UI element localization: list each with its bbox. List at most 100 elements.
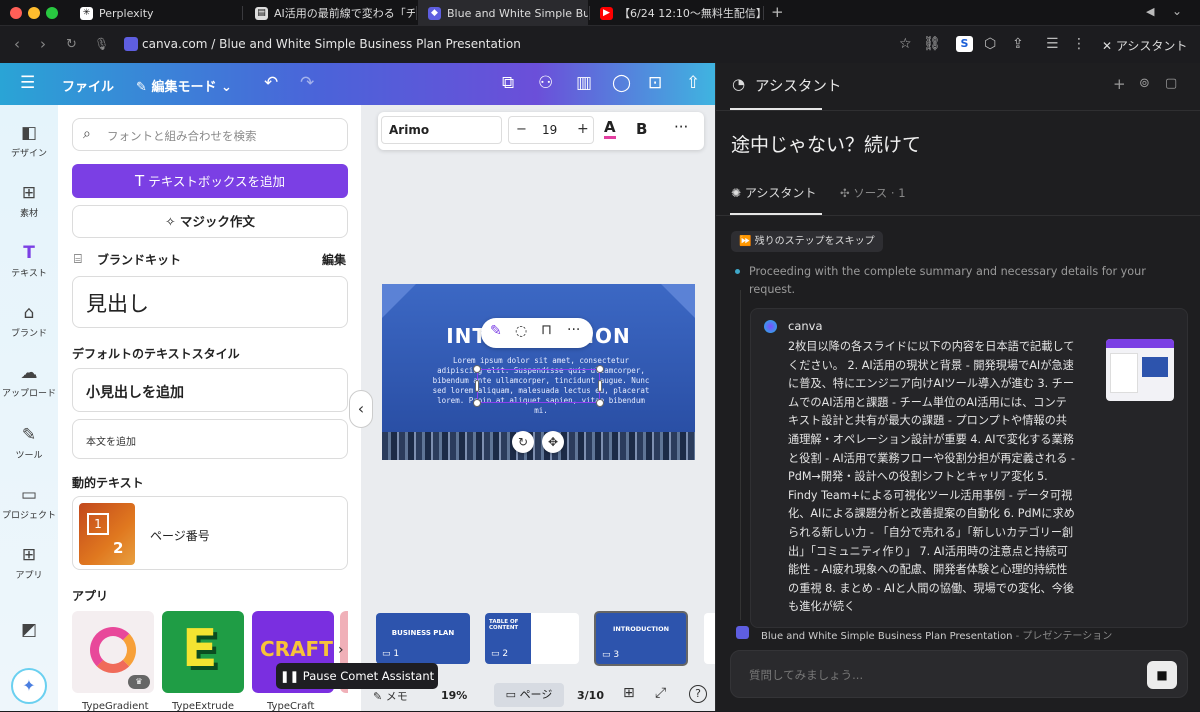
- apps-grid-icon: ⊞: [21, 545, 37, 565]
- tab-canva[interactable]: ◆ Blue and White Simple Busi: [418, 0, 588, 26]
- rail-brand[interactable]: ⌂ ブランド: [0, 303, 58, 339]
- more-options-icon[interactable]: ···: [674, 118, 688, 136]
- font-family-select[interactable]: Arimo: [381, 116, 502, 144]
- maximize-window-icon[interactable]: [46, 7, 58, 19]
- insights-chart-icon[interactable]: ▥: [576, 73, 592, 93]
- tab-perplexity[interactable]: ✳ Perplexity: [70, 0, 240, 26]
- add-textbox-button[interactable]: T テキストボックスを追加: [72, 164, 348, 198]
- rail-elements[interactable]: ⊞ 素材: [0, 183, 58, 219]
- page-thumbnail-3[interactable]: INTRODUCTION ▭ 3: [594, 611, 688, 666]
- rail-uploads[interactable]: ☁ アップロード: [0, 363, 58, 399]
- menu-icon[interactable]: ☰: [1046, 36, 1059, 52]
- tab-ai-article[interactable]: ▤ AI活用の最前線で変わる「チー: [245, 0, 415, 26]
- rail-projects[interactable]: ▭ プロジェクト: [0, 485, 58, 521]
- pages-view-button[interactable]: ▭ ページ: [494, 683, 564, 707]
- page-number-card[interactable]: 1 2 ページ番号: [72, 496, 348, 570]
- resize-icon[interactable]: ⧉: [502, 73, 514, 93]
- page-counter: 3/10: [577, 689, 604, 702]
- edit-mode-menu[interactable]: ✎ 編集モード ⌄: [136, 76, 232, 95]
- new-thread-icon[interactable]: +: [1113, 75, 1126, 93]
- assistant-icon: ✺: [731, 186, 742, 200]
- notes-button[interactable]: ✎ メモ: [373, 688, 408, 704]
- text-color-icon[interactable]: A: [604, 118, 616, 139]
- microphone-icon[interactable]: 🎙: [94, 37, 109, 51]
- comment-icon[interactable]: ◯: [612, 73, 631, 93]
- pause-comet-button[interactable]: ❚❚ Pause Comet Assistant: [276, 663, 438, 689]
- redo-icon[interactable]: ↷: [300, 73, 314, 93]
- collaborators-icon[interactable]: ⚇: [538, 73, 553, 93]
- bookmark-star-icon[interactable]: ☆: [899, 36, 912, 52]
- forward-icon[interactable]: ›: [40, 35, 46, 53]
- present-icon[interactable]: ⊡: [648, 73, 662, 93]
- minimize-window-icon[interactable]: [28, 7, 40, 19]
- new-tab-icon[interactable]: +: [771, 3, 784, 21]
- font-search-input[interactable]: ⌕ フォントと組み合わせを検索: [72, 118, 348, 151]
- fullscreen-icon[interactable]: ⤢: [655, 685, 666, 701]
- more-icon[interactable]: ···: [567, 322, 580, 338]
- apps-scroll-right-icon[interactable]: ›: [338, 642, 344, 658]
- rotate-icon[interactable]: ↻: [512, 431, 534, 453]
- assistant-input[interactable]: 質問してみましょう... ■: [730, 650, 1188, 698]
- bold-icon[interactable]: B: [636, 120, 647, 138]
- canva-toolbar: ☰ ファイル ✎ 編集モード ⌄ ↶ ↷ ⧉ ⚇ ▥ ◯ ⊡ ⇧: [0, 63, 715, 105]
- skip-steps-button[interactable]: ⏩ 残りのステップをスキップ: [731, 231, 883, 252]
- url-field[interactable]: canva.com / Blue and White Simple Busine…: [142, 37, 521, 51]
- app-typeextrude[interactable]: E: [162, 611, 244, 693]
- rail-apps[interactable]: ⊞ アプリ: [0, 545, 58, 581]
- page-screenshot-thumbnail[interactable]: [1106, 339, 1174, 401]
- broadcast-icon[interactable]: ⊚: [1139, 76, 1150, 91]
- collapse-panel-icon[interactable]: ‹: [349, 390, 373, 428]
- tab-sources[interactable]: ✣ ソース · 1: [840, 185, 906, 201]
- help-icon[interactable]: ?: [689, 685, 707, 703]
- comment-add-icon[interactable]: ◌: [515, 323, 527, 339]
- link-icon[interactable]: ⛓: [923, 36, 941, 52]
- voice-wave-icon[interactable]: ⋮: [1072, 36, 1086, 52]
- brand-kit-edit-link[interactable]: 編集: [322, 251, 346, 268]
- rail-design[interactable]: ◧ デザイン: [0, 123, 58, 159]
- sources-icon: ✣: [840, 186, 850, 200]
- comment-icon: ▭: [602, 650, 611, 660]
- close-window-icon[interactable]: [10, 7, 22, 19]
- canva-ai-button[interactable]: ✦: [11, 668, 47, 704]
- page-thumbnail-2[interactable]: TABLE OF CONTENT ▭ 2: [485, 613, 579, 664]
- increase-size-icon[interactable]: +: [577, 121, 589, 137]
- zoom-level[interactable]: 19%: [441, 689, 467, 702]
- close-assistant-button[interactable]: ✕ アシスタント: [1102, 37, 1187, 54]
- grid-view-icon[interactable]: ⊞: [623, 685, 635, 701]
- heading-style-card[interactable]: 見出し: [72, 276, 348, 328]
- magic-edit-icon[interactable]: ✎: [490, 323, 502, 339]
- history-icon[interactable]: ▢: [1165, 76, 1177, 91]
- tab-youtube[interactable]: ▶【6/24 12:10〜無料生配信】フ: [590, 0, 762, 26]
- decrease-size-icon[interactable]: −: [516, 122, 527, 137]
- stop-button[interactable]: ■: [1147, 661, 1177, 689]
- app-typegradient[interactable]: ♛: [72, 611, 154, 693]
- page-thumbnail-1[interactable]: BUSINESS PLAN ▭ 1: [376, 613, 470, 664]
- font-size-stepper[interactable]: − 19 +: [508, 116, 594, 144]
- text-selection-box[interactable]: [477, 369, 600, 403]
- tab-assistant[interactable]: ✺ アシスタント: [731, 184, 816, 201]
- stop-icon: ■: [1156, 668, 1168, 682]
- lock-icon[interactable]: ⊓: [541, 322, 552, 338]
- magic-write-button[interactable]: ✧ マジック作文: [72, 205, 348, 238]
- chevron-down-icon: ⌄: [220, 80, 232, 95]
- share-upload-icon[interactable]: ⇧: [686, 73, 700, 93]
- tab-list-icon[interactable]: ⌄: [1172, 4, 1182, 18]
- notification-icon[interactable]: ◀: [1146, 5, 1154, 18]
- undo-icon[interactable]: ↶: [264, 73, 278, 93]
- search-icon: ⌕: [83, 126, 91, 142]
- extension-s-icon[interactable]: S: [956, 36, 973, 52]
- rail-magic-media[interactable]: ◩: [0, 620, 58, 643]
- context-document[interactable]: Blue and White Simple Business Plan Pres…: [761, 627, 1112, 642]
- body-style-card[interactable]: 本文を追加: [72, 419, 348, 459]
- file-menu[interactable]: ファイル: [62, 76, 114, 95]
- rail-text[interactable]: T テキスト: [0, 243, 58, 279]
- back-icon[interactable]: ‹: [14, 35, 20, 53]
- move-icon[interactable]: ✥: [542, 431, 564, 453]
- share-icon[interactable]: ⇪: [1012, 36, 1024, 52]
- extensions-puzzle-icon[interactable]: ⬡: [984, 36, 996, 52]
- hamburger-menu-icon[interactable]: ☰: [20, 73, 35, 93]
- app-label-typegradient: TypeGradient: [82, 701, 149, 712]
- reload-icon[interactable]: ↻: [66, 37, 77, 52]
- subheading-style-card[interactable]: 小見出しを追加: [72, 368, 348, 412]
- rail-tools[interactable]: ✎ ツール: [0, 425, 58, 461]
